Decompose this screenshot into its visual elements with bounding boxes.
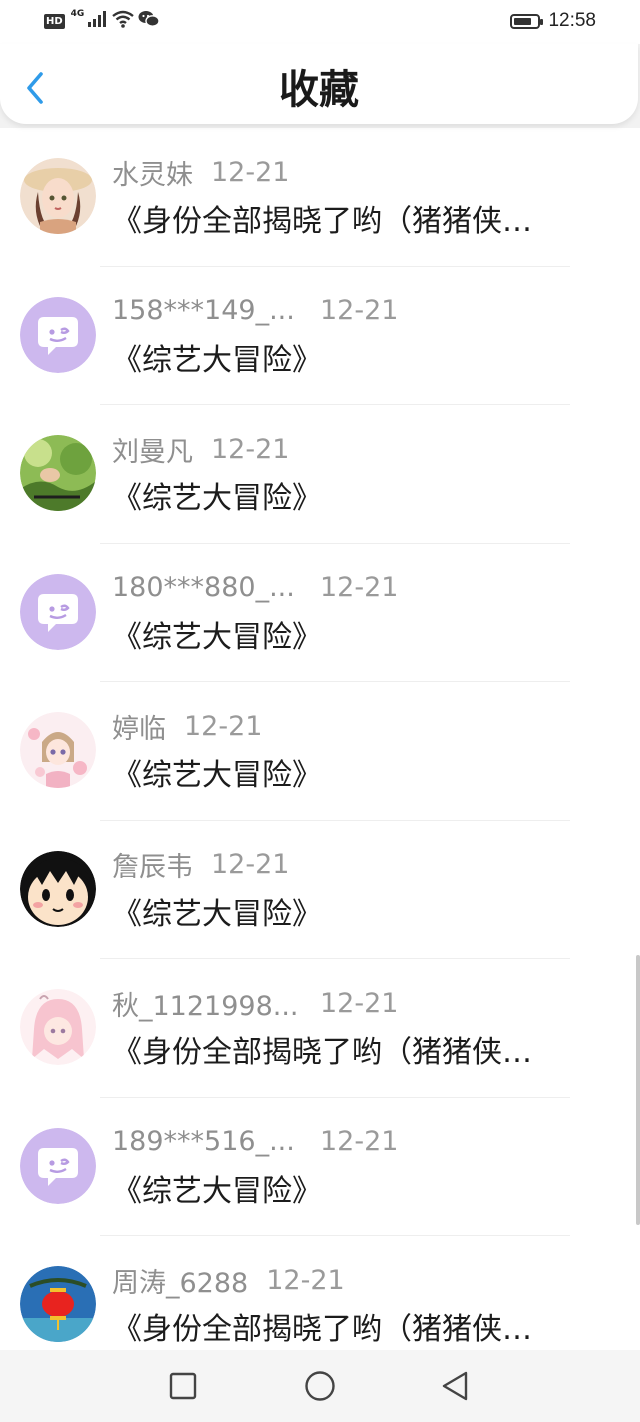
list-item[interactable]: 189***516_... 12-21 《综艺大冒险》	[0, 1098, 640, 1236]
item-meta: 周涛_6288 12-21	[112, 1262, 345, 1299]
favorite-title[interactable]: 《综艺大冒险》	[112, 339, 602, 383]
item-meta: 刘曼凡 12-21	[112, 431, 290, 468]
avatar[interactable]	[20, 1127, 96, 1204]
signal-icon	[88, 10, 108, 32]
favorite-title[interactable]: 《综艺大冒险》	[112, 1170, 602, 1214]
avatar[interactable]	[20, 158, 96, 234]
date-label: 12-21	[266, 1264, 345, 1296]
username: 189***516_...	[112, 1126, 295, 1157]
list-item[interactable]: 詹辰韦 12-21 《综艺大冒险》	[0, 821, 640, 959]
avatar[interactable]	[20, 850, 96, 927]
username: 婷临	[112, 713, 166, 745]
status-left: HD 4G	[44, 9, 161, 33]
item-meta: 189***516_... 12-21	[112, 1124, 398, 1160]
list-item[interactable]: 周涛_6288 12-21 《身份全部揭晓了哟（猪猪侠…	[0, 1236, 640, 1350]
list-item[interactable]: 刘曼凡 12-21 《综艺大冒险》	[0, 405, 640, 544]
system-nav-bar	[0, 1350, 640, 1422]
date-label: 12-21	[320, 1126, 399, 1157]
date-label: 12-21	[320, 295, 399, 326]
item-meta: 詹辰韦 12-21	[112, 847, 289, 883]
favorite-title[interactable]: 《身份全部揭晓了哟（猪猪侠…	[112, 1308, 602, 1350]
avatar[interactable]	[20, 296, 96, 373]
list-item[interactable]: 婷临 12-21 《综艺大冒险》	[0, 682, 640, 821]
username: 刘曼凡	[112, 436, 193, 468]
list-item[interactable]: 秋_1121998... 12-21 《身份全部揭晓了哟（猪猪侠…	[0, 959, 640, 1098]
hd-badge: HD	[44, 13, 65, 29]
date-label: 12-21	[320, 987, 399, 1019]
home-button[interactable]	[300, 1368, 340, 1404]
username: 180***880_...	[112, 572, 295, 603]
triangle-back-icon	[442, 1371, 468, 1401]
list-item[interactable]: 水灵妹 12-21 《身份全部揭晓了哟（猪猪侠…	[0, 128, 640, 267]
avatar[interactable]	[20, 712, 96, 788]
battery-icon	[510, 13, 544, 29]
date-label: 12-21	[211, 849, 290, 880]
favorite-title[interactable]: 《身份全部揭晓了哟（猪猪侠…	[112, 1031, 602, 1075]
favorite-title[interactable]: 《综艺大冒险》	[112, 893, 602, 937]
item-meta: 秋_1121998... 12-21	[112, 985, 399, 1022]
network-type: 4G	[70, 9, 85, 19]
date-label: 12-21	[211, 156, 290, 188]
username: 詹辰韦	[112, 852, 193, 883]
favorite-title[interactable]: 《综艺大冒险》	[112, 754, 602, 798]
circle-icon	[305, 1371, 335, 1401]
wechat-icon	[138, 10, 161, 33]
item-meta: 水灵妹 12-21	[112, 154, 290, 191]
status-bar: HD 4G 12:58	[0, 0, 640, 44]
avatar[interactable]	[20, 435, 96, 511]
item-meta: 180***880_... 12-21	[112, 570, 398, 606]
battery-level	[514, 17, 531, 25]
scrollbar[interactable]	[636, 955, 640, 1225]
page-title: 收藏	[279, 67, 359, 113]
recents-button[interactable]	[163, 1368, 203, 1404]
avatar[interactable]	[20, 1266, 96, 1342]
username: 秋_1121998...	[112, 990, 299, 1022]
date-label: 12-21	[184, 710, 263, 742]
favorite-title[interactable]: 《综艺大冒险》	[112, 477, 602, 521]
username: 水灵妹	[112, 159, 193, 191]
date-label: 12-21	[320, 572, 399, 603]
favorite-title[interactable]: 《综艺大冒险》	[112, 616, 602, 660]
system-back-button[interactable]	[435, 1368, 475, 1404]
username: 158***149_...	[112, 295, 295, 326]
square-icon	[169, 1372, 197, 1400]
list-item[interactable]: 180***880_... 12-21 《综艺大冒险》	[0, 544, 640, 682]
list-item[interactable]: 158***149_... 12-21 《综艺大冒险》	[0, 267, 640, 405]
date-label: 12-21	[211, 433, 290, 465]
favorites-list[interactable]: 水灵妹 12-21 《身份全部揭晓了哟（猪猪侠… 158***149_... 12-21…	[0, 128, 640, 1350]
avatar[interactable]	[20, 573, 96, 650]
status-right: 12:58	[510, 9, 596, 33]
clock: 12:58	[548, 10, 596, 31]
avatar[interactable]	[20, 989, 96, 1065]
item-meta: 婷临 12-21	[112, 708, 263, 745]
item-meta: 158***149_... 12-21	[112, 293, 398, 329]
wifi-icon	[112, 10, 135, 33]
username: 周涛_6288	[112, 1267, 249, 1299]
favorite-title[interactable]: 《身份全部揭晓了哟（猪猪侠…	[112, 200, 602, 244]
header: 收藏	[0, 44, 638, 124]
